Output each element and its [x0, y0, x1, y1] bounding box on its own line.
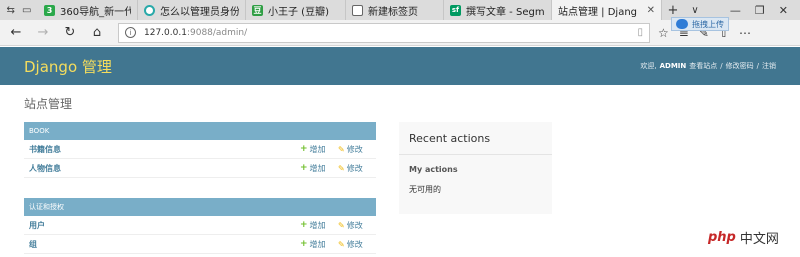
tools-separator: / — [756, 62, 759, 70]
change-link[interactable]: ✎ 修改 — [338, 239, 376, 250]
tab-favicon-icon: sf — [450, 4, 461, 16]
tab-title: 360导航_新一代安全 — [60, 6, 131, 18]
module-caption[interactable]: 认证和授权 — [24, 198, 376, 216]
add-link[interactable]: + 增加 — [300, 144, 338, 155]
pencil-icon: ✎ — [338, 220, 345, 230]
back-icon[interactable]: ← — [5, 22, 27, 44]
add-icon: + — [300, 220, 308, 230]
window-controls: — ❐ ✕ — [730, 0, 800, 20]
watermark-text: 中文网 — [739, 232, 779, 247]
url-field[interactable]: i 127.0.0.1 :9088/admin/ ▯ — [118, 22, 650, 43]
tab-favicon-icon — [352, 4, 363, 16]
set-aside-tabs-icon[interactable]: ▭ — [22, 5, 31, 16]
maximize-icon[interactable]: ❐ — [755, 4, 765, 17]
model-row: 用户 + 增加 ✎ 修改 — [24, 216, 376, 235]
app-module-auth: 认证和授权 用户 + 增加 ✎ 修改 组 + 增加 ✎ 修改 — [24, 198, 376, 254]
browser-tab-active[interactable]: 站点管理 | Djang ✕ — [552, 0, 662, 20]
add-icon: + — [300, 163, 308, 173]
upload-badge-label: 拖拽上传 — [692, 19, 724, 29]
site-branding[interactable]: Django 管理 — [24, 56, 112, 77]
recent-actions-title: Recent actions — [399, 122, 552, 155]
add-label: 增加 — [309, 239, 326, 249]
refresh-icon[interactable]: ↻ — [59, 22, 81, 44]
site-info-icon[interactable]: i — [125, 27, 136, 38]
forward-icon[interactable]: → — [32, 22, 54, 44]
pencil-icon: ✎ — [338, 144, 345, 154]
change-label: 修改 — [346, 144, 363, 154]
module-caption[interactable]: BOOK — [24, 122, 376, 140]
add-link[interactable]: + 增加 — [300, 163, 338, 174]
browser-tab[interactable]: sf 撰写文章 - Segment — [444, 0, 552, 20]
change-label: 修改 — [346, 239, 363, 249]
browser-tab[interactable]: 豆 小王子 (豆瓣) — [246, 0, 346, 20]
site-header: Django 管理 欢迎, ADMIN 查看站点 / 修改密码 / 注销 — [0, 47, 800, 85]
change-link[interactable]: ✎ 修改 — [338, 163, 376, 174]
browser-tab[interactable]: 怎么以管理员身份打 — [138, 0, 246, 20]
change-password-link[interactable]: 修改密码 — [726, 61, 754, 71]
recent-actions-panel: Recent actions My actions 无可用的 — [399, 122, 552, 214]
user-tools: 欢迎, ADMIN 查看站点 / 修改密码 / 注销 — [640, 61, 776, 71]
add-icon: + — [300, 239, 308, 249]
php-cn-watermark: php 中文网 — [708, 228, 779, 247]
my-actions-heading: My actions — [409, 165, 458, 174]
tools-separator: / — [720, 62, 723, 70]
tab-title: 站点管理 | Djang — [558, 6, 638, 18]
add-label: 增加 — [309, 163, 326, 173]
model-link[interactable]: 书籍信息 — [29, 144, 300, 155]
view-site-link[interactable]: 查看站点 — [689, 61, 717, 71]
welcome-text: 欢迎, — [640, 62, 657, 70]
add-label: 增加 — [309, 220, 326, 230]
minimize-icon[interactable]: — — [730, 4, 741, 17]
tab-title: 撰写文章 - Segment — [466, 6, 545, 18]
favorite-star-icon[interactable]: ☆ — [658, 26, 669, 40]
cloud-icon — [676, 19, 688, 29]
change-label: 修改 — [346, 220, 363, 230]
model-link[interactable]: 组 — [29, 239, 300, 250]
url-path: :9088/admin/ — [186, 27, 248, 38]
home-icon[interactable]: ⌂ — [86, 22, 108, 44]
tab-title: 小王子 (豆瓣) — [268, 6, 329, 18]
logout-link[interactable]: 注销 — [762, 61, 776, 71]
page-title: 站点管理 — [24, 97, 73, 111]
tab-favicon-icon: 3 — [44, 4, 55, 16]
url-host: 127.0.0.1 — [144, 27, 187, 38]
change-link[interactable]: ✎ 修改 — [338, 144, 376, 155]
upload-badge[interactable]: 拖拽上传 — [671, 17, 729, 31]
tab-controls: ⇆ ▭ — [0, 0, 38, 20]
browser-tab[interactable]: 新建标签页 — [346, 0, 444, 20]
tab-preview-icon[interactable]: ⇆ — [7, 5, 15, 16]
no-actions-text: 无可用的 — [409, 185, 441, 194]
add-label: 增加 — [309, 144, 326, 154]
add-link[interactable]: + 增加 — [300, 239, 338, 250]
app-module-book: BOOK 书籍信息 + 增加 ✎ 修改 人物信息 + 增加 ✎ 修改 — [24, 122, 376, 178]
add-link[interactable]: + 增加 — [300, 220, 338, 231]
tab-favicon-icon — [144, 4, 155, 16]
add-icon: + — [300, 144, 308, 154]
username: ADMIN — [659, 62, 687, 70]
close-tab-icon[interactable]: ✕ — [647, 5, 655, 16]
watermark-php: php — [708, 230, 736, 245]
tab-title: 怎么以管理员身份打 — [160, 6, 239, 18]
change-link[interactable]: ✎ 修改 — [338, 220, 376, 231]
close-window-icon[interactable]: ✕ — [779, 4, 788, 17]
model-row: 书籍信息 + 增加 ✎ 修改 — [24, 140, 376, 159]
screen: ⇆ ▭ 3 360导航_新一代安全 怎么以管理员身份打 豆 小王子 (豆瓣) 新… — [0, 0, 800, 257]
tab-favicon-icon: 豆 — [252, 4, 263, 16]
pencil-icon: ✎ — [338, 239, 345, 249]
pencil-icon: ✎ — [338, 163, 345, 173]
more-icon[interactable]: ⋯ — [739, 26, 751, 40]
tab-title: 新建标签页 — [368, 6, 418, 18]
browser-tab[interactable]: 3 360导航_新一代安全 — [38, 0, 138, 20]
model-row: 组 + 增加 ✎ 修改 — [24, 235, 376, 254]
model-link[interactable]: 人物信息 — [29, 163, 300, 174]
reading-view-icon[interactable]: ▯ — [637, 27, 643, 38]
model-row: 人物信息 + 增加 ✎ 修改 — [24, 159, 376, 178]
change-label: 修改 — [346, 163, 363, 173]
model-link[interactable]: 用户 — [29, 220, 300, 231]
